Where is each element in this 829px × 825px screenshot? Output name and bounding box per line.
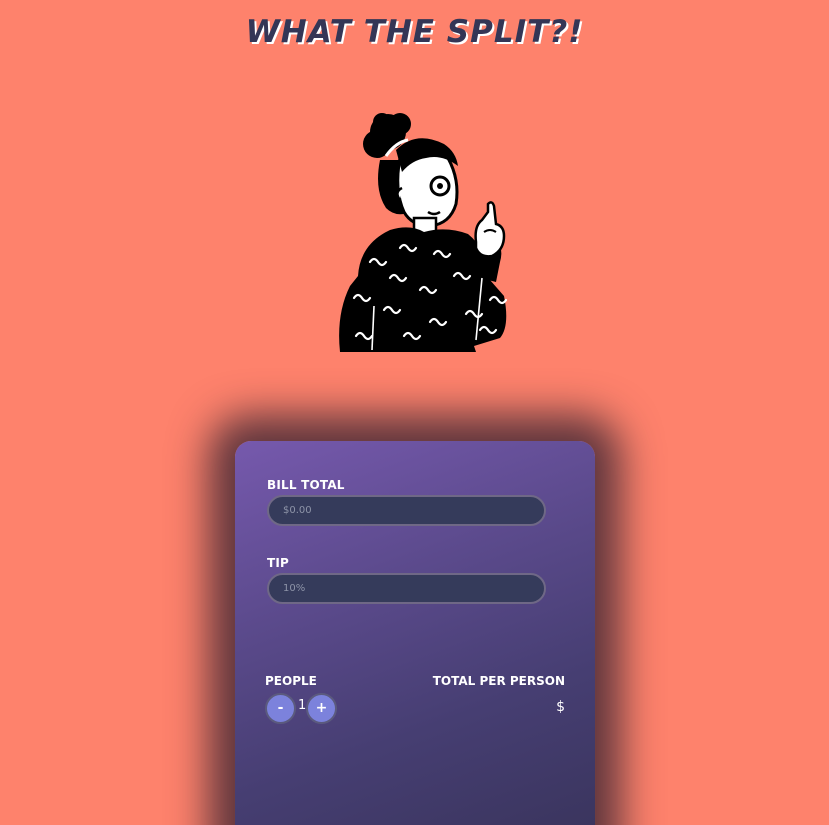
decrement-people-button[interactable]: - <box>265 693 296 724</box>
total-per-person-value: $ <box>556 699 565 715</box>
bill-total-input[interactable] <box>267 495 546 526</box>
split-calculator-card: BILL TOTAL TIP PEOPLE TOTAL PER PERSON -… <box>235 441 595 825</box>
total-per-person-label: TOTAL PER PERSON <box>432 674 565 688</box>
increment-people-button[interactable]: + <box>306 693 337 724</box>
people-count: 1 <box>298 698 307 713</box>
bill-total-label: BILL TOTAL <box>267 478 345 492</box>
people-label: PEOPLE <box>265 674 317 688</box>
app-title: WHAT THE SPLIT?! <box>245 14 584 50</box>
app-page: WHAT THE SPLIT?! BILL TOTAL $0.00 TIP 10… <box>0 0 829 825</box>
person-pointing-illustration <box>339 113 508 352</box>
tip-label: TIP <box>267 556 290 570</box>
tip-input[interactable] <box>267 573 546 604</box>
